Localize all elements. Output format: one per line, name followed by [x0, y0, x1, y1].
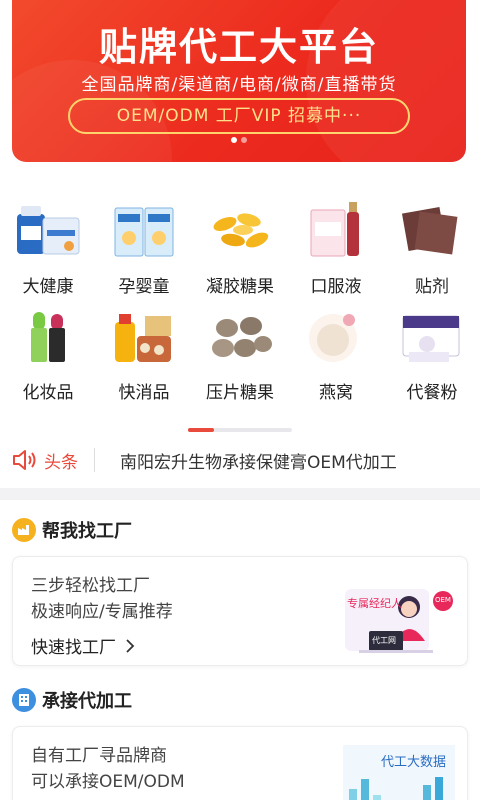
birds-nest-icon — [301, 306, 371, 368]
big-data-illustration: 代工大数据 — [339, 739, 459, 800]
meal-powder-icon — [397, 306, 467, 368]
category-tablet[interactable]: 压片糖果 — [192, 306, 288, 406]
tablet-candy-icon — [205, 306, 275, 368]
contract-processing-section: 承接代加工 自有工厂寻品牌商 可以承接OEM/ODM 代工大数据 — [0, 680, 480, 800]
category-oral-liquid[interactable]: 口服液 — [288, 200, 384, 300]
banner-dot-active[interactable] — [231, 137, 237, 143]
section-title: 承接代加工 — [42, 691, 132, 712]
divider — [94, 448, 95, 472]
category-label: 贴剂 — [415, 277, 449, 297]
category-baby[interactable]: 孕婴童 — [96, 200, 192, 300]
banner-title: 贴牌代工大平台 — [98, 25, 379, 69]
oral-liquid-icon — [301, 200, 371, 262]
contract-card[interactable]: 自有工厂寻品牌商 可以承接OEM/ODM 代工大数据 — [12, 726, 468, 800]
category-label: 凝胶糖果 — [206, 277, 274, 297]
patch-icon — [397, 200, 467, 262]
banner-pagination — [12, 128, 466, 147]
factory-icon — [12, 518, 36, 542]
category-cosmetics[interactable]: 化妆品 — [0, 306, 96, 406]
news-headline[interactable]: 南阳宏升生物承接保健膏OEM代加工 — [120, 448, 397, 473]
card-line: 可以承接OEM/ODM — [31, 772, 185, 792]
softgel-candy-icon — [205, 200, 275, 262]
card-line: 自有工厂寻品牌商 — [31, 746, 167, 766]
headline-news-bar[interactable]: 头条 南阳宏升生物承接保健膏OEM代加工 — [0, 432, 480, 488]
baby-product-icon — [109, 200, 179, 262]
banner-dot[interactable] — [241, 137, 247, 143]
banner-subtitle: 全国品牌商/渠道商/电商/微商/直播带货 — [81, 75, 397, 95]
category-birds-nest[interactable]: 燕窝 — [288, 306, 384, 406]
fmcg-icon — [109, 306, 179, 368]
category-softgel[interactable]: 凝胶糖果 — [192, 200, 288, 300]
health-product-icon — [13, 200, 83, 262]
chevron-right-icon — [125, 638, 135, 658]
find-factory-section: 帮我找工厂 三步轻松找工厂 极速响应/专属推荐 快速找工厂 专属经纪人 OEM … — [0, 500, 480, 680]
promo-banner[interactable]: 贴牌代工大平台 全国品牌商/渠道商/电商/微商/直播带货 OEM/ODM 工厂V… — [12, 0, 466, 162]
category-label: 孕婴童 — [118, 277, 170, 297]
category-label: 燕窝 — [319, 383, 353, 403]
news-tag: 头条 — [44, 453, 78, 473]
illustration-label: 专属经纪人 — [347, 597, 402, 610]
find-factory-card[interactable]: 三步轻松找工厂 极速响应/专属推荐 快速找工厂 专属经纪人 OEM 代工网 — [12, 556, 468, 666]
category-label: 大健康 — [22, 277, 74, 297]
card-line: 三步轻松找工厂 — [31, 576, 150, 596]
category-label: 压片糖果 — [206, 383, 274, 403]
category-grid: 大健康 孕婴童 凝胶糖果 口服液 贴剂 化妆品 快消品 压片糖果 燕窝 代餐粉 — [0, 176, 480, 432]
building-icon — [12, 688, 36, 712]
quick-find-factory-link[interactable]: 快速找工厂 — [31, 633, 135, 658]
speaker-icon — [12, 448, 38, 472]
banner-area: 贴牌代工大平台 全国品牌商/渠道商/电商/微商/直播带货 OEM/ODM 工厂V… — [0, 0, 480, 176]
category-fmcg[interactable]: 快消品 — [96, 306, 192, 406]
illustration-label: 代工大数据 — [381, 755, 447, 770]
cosmetics-icon — [13, 306, 83, 368]
card-line: 极速响应/专属推荐 — [31, 602, 173, 622]
category-label: 口服液 — [310, 277, 362, 297]
category-meal-powder[interactable]: 代餐粉 — [384, 306, 480, 406]
illustration-screen: 代工网 — [372, 636, 396, 645]
category-label: 快消品 — [118, 383, 170, 403]
agent-illustration: 专属经纪人 OEM 代工网 — [339, 571, 459, 657]
category-label: 化妆品 — [22, 383, 74, 403]
category-health[interactable]: 大健康 — [0, 200, 96, 300]
category-label: 代餐粉 — [406, 383, 458, 403]
section-title: 帮我找工厂 — [42, 521, 132, 542]
link-label: 快速找工厂 — [31, 638, 116, 658]
category-patch[interactable]: 贴剂 — [384, 200, 480, 300]
illustration-badge: OEM — [435, 596, 451, 604]
